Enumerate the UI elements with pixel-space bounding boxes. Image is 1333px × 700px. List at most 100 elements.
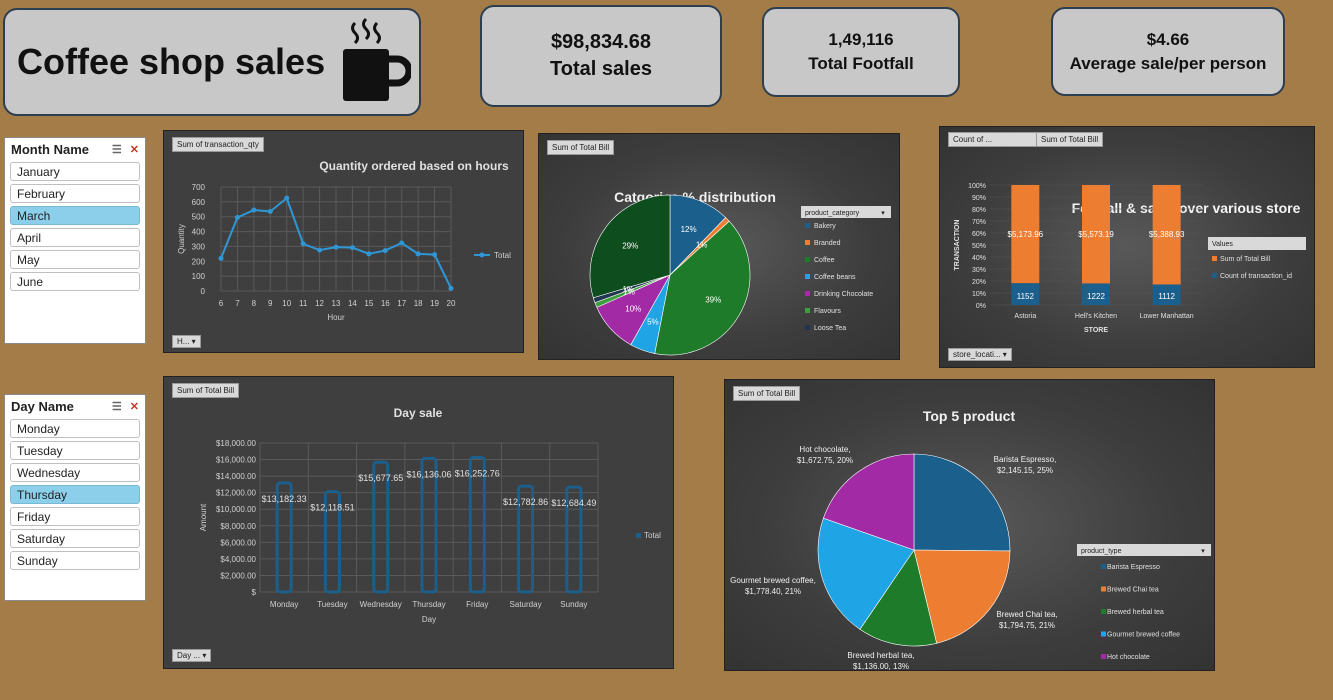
legend-swatch [805,240,810,245]
data-point [399,240,405,246]
legend-swatch [805,325,810,330]
month-slicer-item[interactable]: May [10,250,140,269]
data-point [267,209,273,215]
y-axis-title: Quantity [177,224,186,254]
data-label: Brewed herbal tea, [847,651,914,660]
legend-label: Brewed Chai tea [1107,587,1159,594]
clear-filter-icon[interactable]: ✕ [130,143,139,156]
legend-label: Hot chocolate [1107,654,1150,661]
data-point [234,214,240,220]
y-axis-title: Amount [199,503,208,531]
data-label: $12,118.51 [310,503,354,513]
legend-marker [479,252,485,258]
x-tick-label: Friday [466,600,488,609]
y-tick-label: 0 [201,287,206,296]
day-slicer-item[interactable]: Friday [10,507,140,526]
legend-label: Count of transaction_id [1220,273,1292,280]
month-slicer-item[interactable]: March [10,206,140,225]
legend-title: product_category [805,210,860,217]
y-axis-title: TRANSACTION [954,220,961,271]
clear-filter-icon[interactable]: ✕ [130,400,139,413]
x-tick-label: 20 [447,299,456,308]
day-slicer-title: Day Name [11,399,74,414]
y-tick-label: $2,000.00 [220,571,256,580]
y-tick-label: $14,000.00 [216,472,257,481]
data-label: $16,252.76 [455,468,500,478]
multi-select-icon[interactable]: ☰ [112,400,122,413]
legend-label: Total [494,251,511,260]
filter-icon: ▾ [1201,548,1205,555]
legend-label: Branded [814,240,841,247]
x-tick-label: 11 [299,299,308,308]
y-tick-label: 90% [972,195,986,202]
y-tick-label: 20% [972,279,986,286]
data-label: 1112 [1158,292,1175,301]
y-tick-label: $12,000.00 [216,489,257,498]
data-point [251,207,257,213]
y-tick-label: 500 [192,213,206,222]
kpi-total-sales-value: $98,834.68 [550,31,652,53]
x-tick-label: 7 [235,299,240,308]
data-label: $2,145.15, 25% [997,466,1053,475]
day-slicer-item[interactable]: Wednesday [10,463,140,482]
kpi-total-footfall: 1,49,116 Total Footfall [762,7,960,97]
legend-label: Total [644,531,661,540]
data-label: 5% [647,318,659,327]
y-tick-label: $4,000.00 [220,555,256,564]
coffee-cup-icon [339,17,413,108]
legend-swatch [1212,256,1217,261]
y-tick-label: $ [252,588,257,597]
day-slicer-item[interactable]: Thursday [10,485,140,504]
top5-chart-panel: Sum of Total Bill Top 5 product Barista E… [724,379,1215,671]
data-point [366,251,372,257]
month-slicer-item[interactable]: January [10,162,140,181]
legend-swatch [805,257,810,262]
data-label: Gourmet brewed coffee, [730,576,816,585]
month-slicer-item[interactable]: April [10,228,140,247]
legend-swatch [805,308,810,313]
data-point [218,255,224,261]
day-chart-panel: Sum of Total Bill Day ... ▾ Day sale $ $2,… [163,376,674,669]
x-axis-title: Day [422,615,436,624]
y-tick-label: 700 [192,183,206,192]
data-point [317,247,323,253]
legend-label: Barista Espresso [1107,564,1160,571]
x-tick-label: Astoria [1014,313,1036,320]
legend-swatch [1212,273,1217,278]
y-tick-label: $8,000.00 [220,522,256,531]
x-tick-label: 19 [430,299,439,308]
month-slicer-item[interactable]: February [10,184,140,203]
x-tick-label: 10 [282,299,291,308]
legend-swatch [805,291,810,296]
month-slicer-header: Month Name ☰ ✕ [5,138,145,159]
x-tick-label: Wednesday [360,600,402,609]
chevron-down-icon: ▾ [881,210,885,217]
data-label: $1,136.00, 13% [853,662,909,670]
data-label: 1% [696,240,708,249]
data-label: 1222 [1087,292,1105,301]
multi-select-icon[interactable]: ☰ [112,143,122,156]
x-tick-label: 6 [219,299,224,308]
kpi-avg-value: $4.66 [1146,29,1190,49]
data-label: Brewed Chai tea, [996,610,1057,619]
x-tick-label: 14 [348,299,357,308]
data-label: Hot chocolate, [799,445,850,454]
y-tick-label: 100 [192,272,206,281]
y-tick-label: 300 [192,242,206,251]
data-point [448,285,454,291]
day-slicer-item[interactable]: Saturday [10,529,140,548]
legend-swatch [1101,631,1106,637]
x-axis-title: STORE [1084,327,1108,334]
x-tick-label: 16 [381,299,390,308]
x-tick-label: 9 [268,299,273,308]
legend-label: Bakery [814,223,836,230]
x-tick-label: 15 [364,299,373,308]
month-slicer-item[interactable]: June [10,272,140,291]
legend-swatch [1101,564,1106,569]
day-slicer-item[interactable]: Tuesday [10,441,140,460]
day-slicer-item[interactable]: Monday [10,419,140,438]
day-slicer: Day Name ☰ ✕ Monday Tuesday Wednesday Thurs… [4,394,146,601]
data-point [432,252,438,258]
x-tick-label: Thursday [412,600,445,609]
day-slicer-item[interactable]: Sunday [10,551,140,570]
